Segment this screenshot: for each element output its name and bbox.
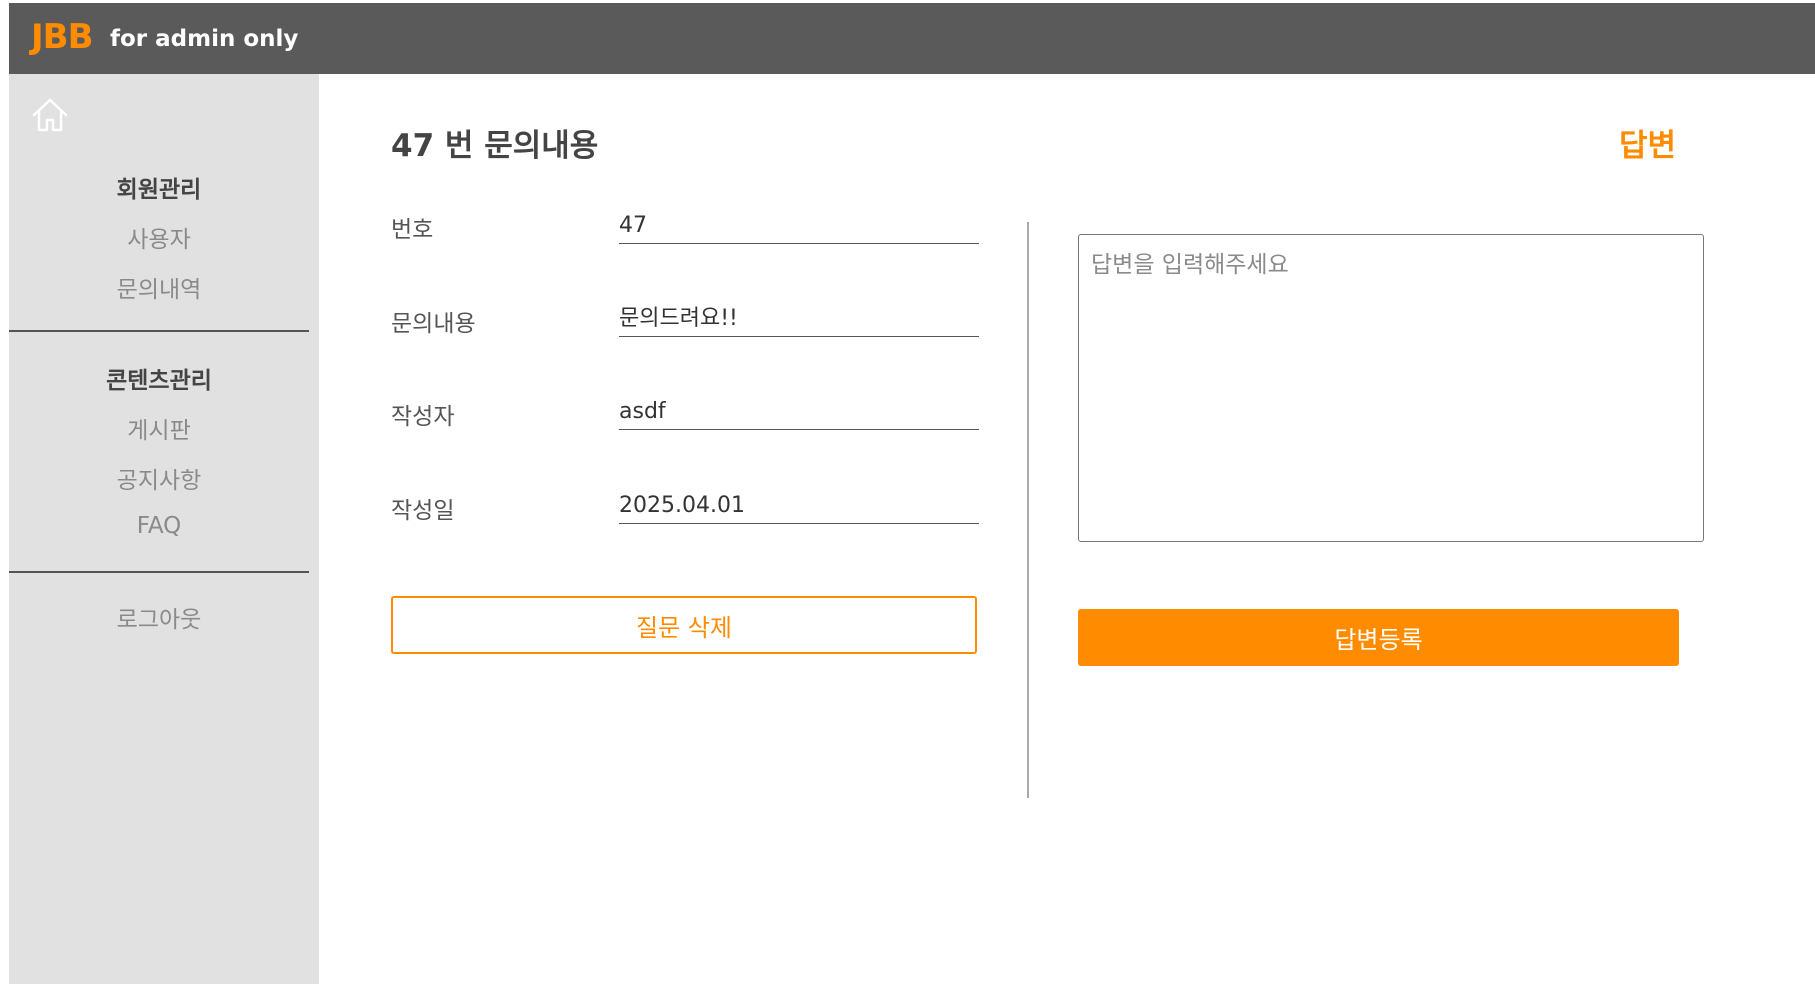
logo[interactable]: JBB <box>31 17 93 57</box>
field-value-number: 47 <box>619 211 979 244</box>
submit-answer-button[interactable]: 답변등록 <box>1078 609 1679 666</box>
home-icon[interactable] <box>29 94 71 136</box>
field-value-author: asdf <box>619 397 979 430</box>
sidebar: 회원관리 사용자 문의내역 콘텐츠관리 게시판 공지사항 FAQ 로그아웃 <box>9 74 319 984</box>
top-bar: JBB for admin only <box>9 3 1815 74</box>
sidebar-item-inquiries[interactable]: 문의내역 <box>9 270 309 304</box>
field-value-content: 문의드려요!! <box>619 304 979 337</box>
sidebar-section-member: 회원관리 <box>116 177 202 203</box>
sidebar-item-users[interactable]: 사용자 <box>9 220 309 254</box>
field-label-content: 문의내용 <box>391 311 476 337</box>
field-value-date: 2025.04.01 <box>619 491 979 524</box>
answer-title: 답변 <box>1619 128 1677 164</box>
delete-question-button[interactable]: 질문 삭제 <box>391 596 977 654</box>
answer-input[interactable] <box>1078 234 1704 542</box>
sidebar-divider <box>9 330 309 332</box>
column-divider <box>1027 222 1029 798</box>
field-label-date: 작성일 <box>391 498 455 524</box>
page-title: 47 번 문의내용 <box>391 128 599 164</box>
sidebar-item-board[interactable]: 게시판 <box>9 411 309 445</box>
field-label-number: 번호 <box>391 217 434 243</box>
sidebar-divider <box>9 571 309 573</box>
sidebar-item-faq[interactable]: FAQ <box>9 513 309 539</box>
admin-tagline: for admin only <box>110 26 299 52</box>
sidebar-item-logout[interactable]: 로그아웃 <box>9 600 309 634</box>
sidebar-item-notices[interactable]: 공지사항 <box>9 461 309 495</box>
sidebar-section-content: 콘텐츠관리 <box>106 368 212 394</box>
field-label-author: 작성자 <box>391 404 455 430</box>
